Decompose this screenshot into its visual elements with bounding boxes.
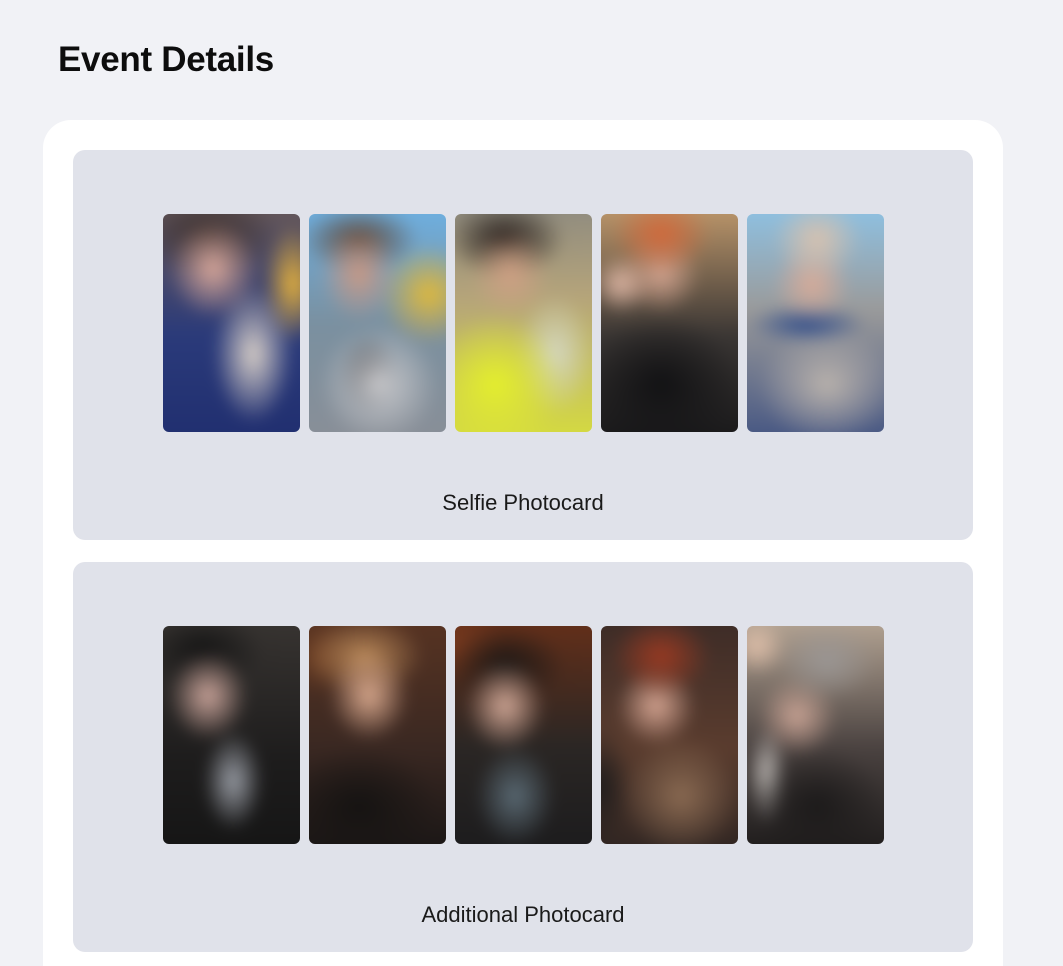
photocard-image[interactable] <box>309 626 446 844</box>
photocard-image[interactable] <box>601 214 738 432</box>
photocard-image[interactable] <box>747 626 884 844</box>
event-details-page: Event Details Selfie Photocard Additiona… <box>0 0 1063 966</box>
photocard-image[interactable] <box>601 626 738 844</box>
photocard-image[interactable] <box>163 214 300 432</box>
selfie-photocard-section: Selfie Photocard <box>73 150 973 540</box>
photocard-image[interactable] <box>163 626 300 844</box>
event-details-card: Selfie Photocard Additional Photocard <box>43 120 1003 966</box>
photocard-image[interactable] <box>309 214 446 432</box>
page-title: Event Details <box>58 40 274 79</box>
photocard-row <box>163 214 884 432</box>
photocard-image[interactable] <box>455 626 592 844</box>
photocard-image[interactable] <box>747 214 884 432</box>
photocard-row <box>163 626 884 844</box>
additional-photocard-section: Additional Photocard <box>73 562 973 952</box>
section-label: Selfie Photocard <box>442 490 604 515</box>
photocard-image[interactable] <box>455 214 592 432</box>
section-label: Additional Photocard <box>421 902 625 927</box>
